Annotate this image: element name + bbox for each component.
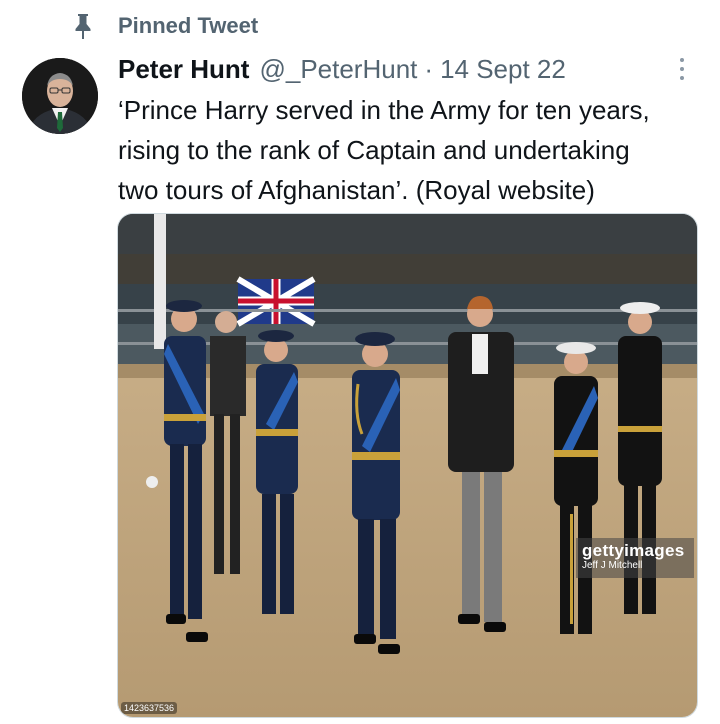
author-handle[interactable]: @_PeterHunt xyxy=(259,54,417,85)
more-dot-icon xyxy=(680,58,684,62)
more-dot-icon xyxy=(680,76,684,80)
avatar[interactable] xyxy=(22,58,98,134)
tweet-text-line: ‘Prince Harry served in the Army for ten… xyxy=(118,95,650,125)
watermark-credit: Jeff J Mitchell xyxy=(582,560,643,571)
tweet-date[interactable]: 14 Sept 22 xyxy=(440,54,566,85)
more-options-button[interactable] xyxy=(670,54,694,84)
tweet-header: Peter Hunt @_PeterHunt · 14 Sept 22 xyxy=(118,52,566,86)
procession-photo xyxy=(118,214,697,717)
watermark-brand: gettyimages xyxy=(582,541,685,560)
author-name[interactable]: Peter Hunt xyxy=(118,54,249,85)
pinned-indicator: Pinned Tweet xyxy=(72,10,258,42)
pin-icon xyxy=(75,14,91,39)
getty-watermark: gettyimages Jeff J Mitchell xyxy=(576,538,694,578)
tweet-text: ‘Prince Harry served in the Army for ten… xyxy=(118,90,708,210)
more-dot-icon xyxy=(680,67,684,71)
separator-dot: · xyxy=(424,53,434,84)
image-id: 1423637536 xyxy=(121,702,178,714)
pinned-tweet-label: Pinned Tweet xyxy=(118,13,259,38)
tweet-photo[interactable]: gettyimages Jeff J Mitchell 1423637536 xyxy=(117,213,698,718)
tweet-text-line: two tours of Afghanistan’. (Royal websit… xyxy=(118,175,595,205)
avatar-image xyxy=(22,58,98,134)
tweet-text-line: rising to the rank of Captain and undert… xyxy=(118,135,630,165)
